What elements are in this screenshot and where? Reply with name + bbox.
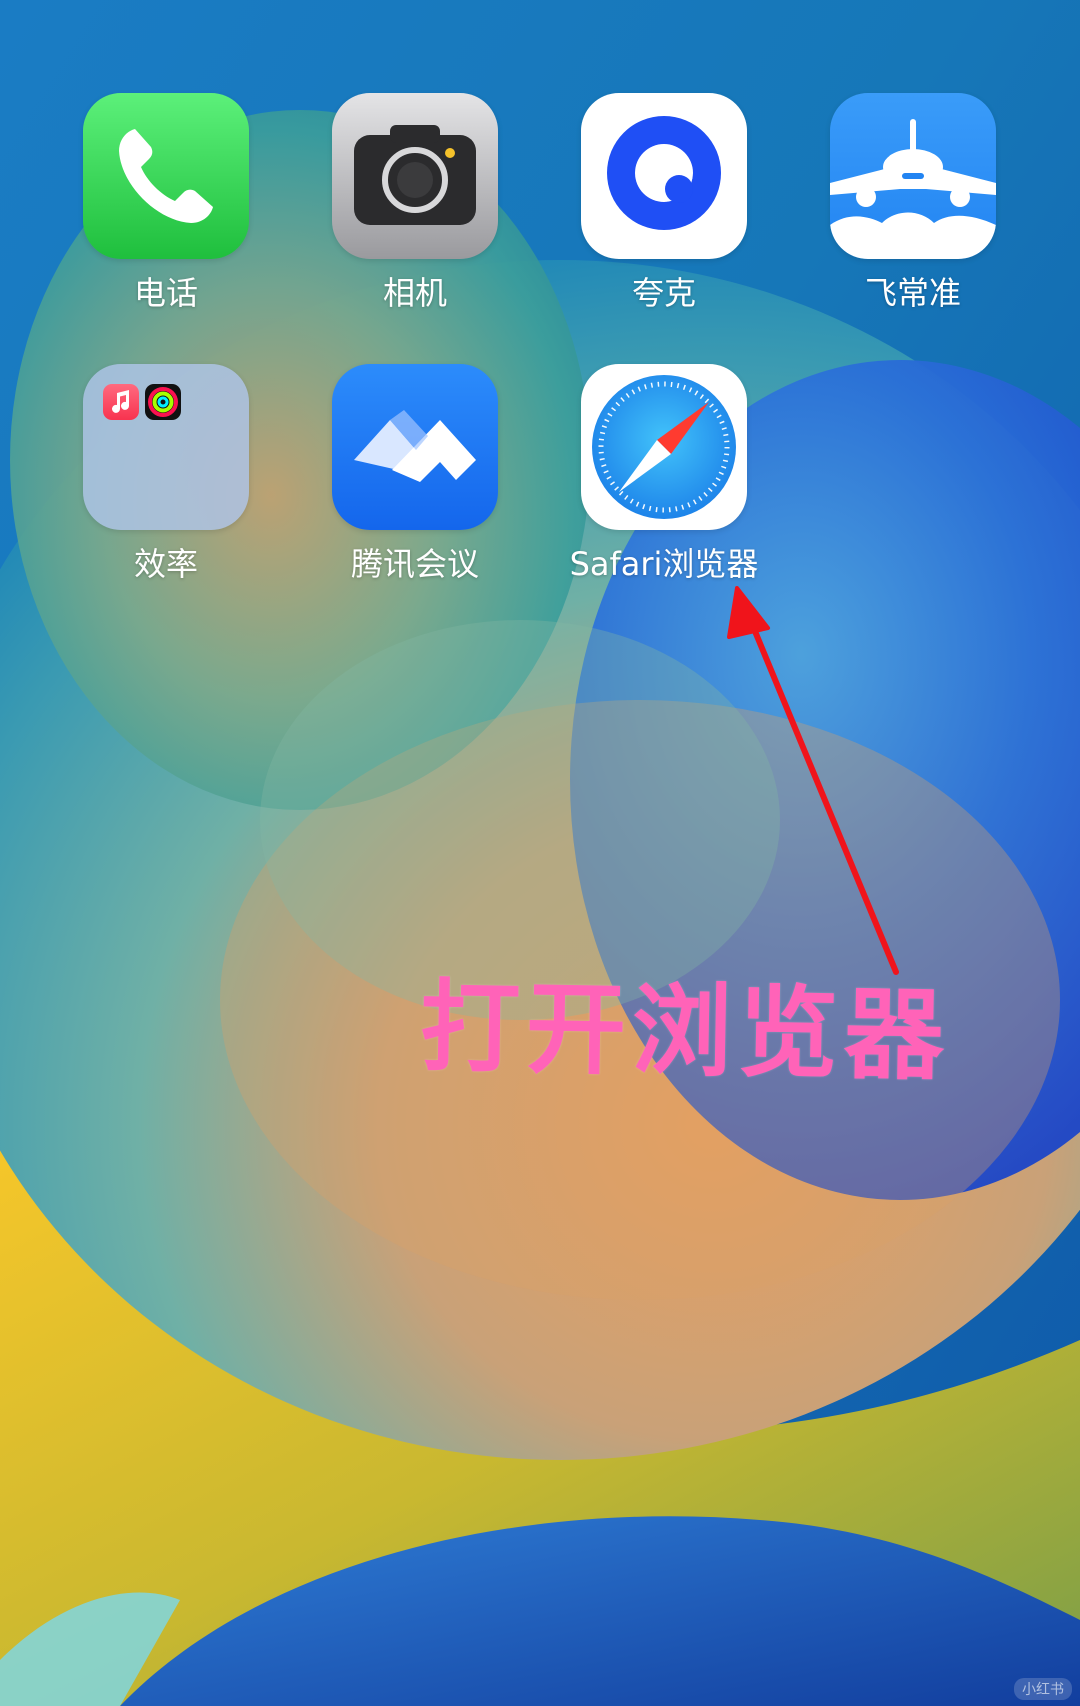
airplane-icon <box>830 93 996 259</box>
app-phone[interactable]: 电话 <box>81 93 251 313</box>
app-feichangzhun[interactable]: 飞常准 <box>828 93 998 313</box>
app-quark[interactable]: 夸克 <box>579 93 749 313</box>
folder-icon <box>83 364 249 530</box>
app-label: Safari浏览器 <box>569 545 759 583</box>
app-label: 效率 <box>133 545 198 583</box>
camera-icon <box>332 93 498 259</box>
app-tencent-meeting[interactable]: 腾讯会议 <box>330 364 500 584</box>
tencent-meeting-icon <box>332 364 498 530</box>
music-icon <box>103 384 139 420</box>
safari-compass-icon <box>581 364 747 530</box>
app-label: 电话 <box>133 274 198 312</box>
app-label: 腾讯会议 <box>350 545 479 583</box>
app-camera[interactable]: 相机 <box>330 93 500 313</box>
watermark: 小红书 <box>1014 1678 1072 1700</box>
home-screen: 电话 相机 夸克 飞常准 效率 腾讯会议 Safari浏览器 打开浏览器 小红书 <box>0 0 1080 1706</box>
folder-efficiency[interactable]: 效率 <box>81 364 251 584</box>
app-label: 飞常准 <box>864 274 961 312</box>
app-label: 相机 <box>382 274 447 312</box>
phone-icon <box>83 93 249 259</box>
fitness-icon <box>145 384 181 420</box>
app-label: 夸克 <box>631 274 696 312</box>
app-safari[interactable]: Safari浏览器 <box>570 364 758 584</box>
annotation-text: 打开浏览器 <box>419 968 951 1095</box>
quark-icon <box>581 93 747 259</box>
